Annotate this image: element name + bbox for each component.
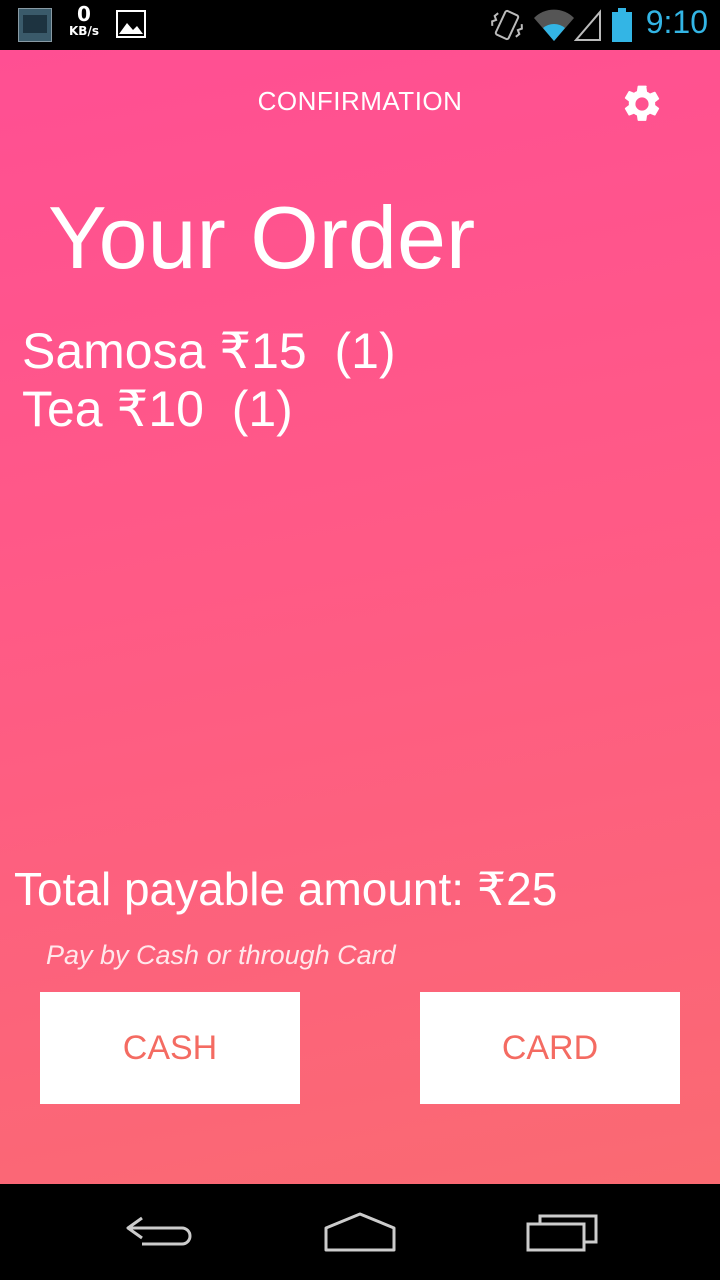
network-speed-unit: KB/s (69, 24, 99, 38)
home-icon[interactable] (322, 1210, 398, 1254)
payment-hint: Pay by Cash or through Card (46, 940, 396, 970)
order-item-text: Samosa ₹15 (1) (22, 323, 396, 379)
clock: 9:10 (645, 4, 708, 40)
recents-icon[interactable] (524, 1210, 600, 1254)
screenshot-thumbnail-icon (18, 8, 52, 42)
vibrate-icon (491, 9, 523, 41)
battery-icon (612, 8, 632, 42)
wifi-icon (534, 9, 574, 41)
back-icon[interactable] (122, 1210, 198, 1254)
order-item-tea: Tea ₹10 (1) (22, 380, 396, 438)
confirmation-screen: CONFIRMATION Your Order Samosa ₹15 (1) T… (0, 50, 720, 1184)
gear-icon[interactable] (620, 82, 664, 126)
network-speed-value: 0 (77, 2, 91, 26)
navigation-bar (0, 1184, 720, 1280)
signal-icon (574, 9, 601, 41)
page-title: Your Order (48, 188, 476, 287)
network-speed: 0 KB/s (62, 4, 106, 37)
cash-button[interactable]: CASH (40, 992, 300, 1104)
card-button[interactable]: CARD (420, 992, 680, 1104)
order-list: Samosa ₹15 (1) Tea ₹10 (1) (22, 322, 396, 438)
total-amount: Total payable amount: ₹25 (14, 863, 558, 915)
screen-title: CONFIRMATION (257, 86, 463, 116)
order-item-text: Tea ₹10 (1) (22, 381, 293, 437)
order-item-samosa: Samosa ₹15 (1) (22, 322, 396, 380)
image-icon (116, 10, 146, 38)
status-bar: 0 KB/s 9:10 (0, 0, 720, 50)
